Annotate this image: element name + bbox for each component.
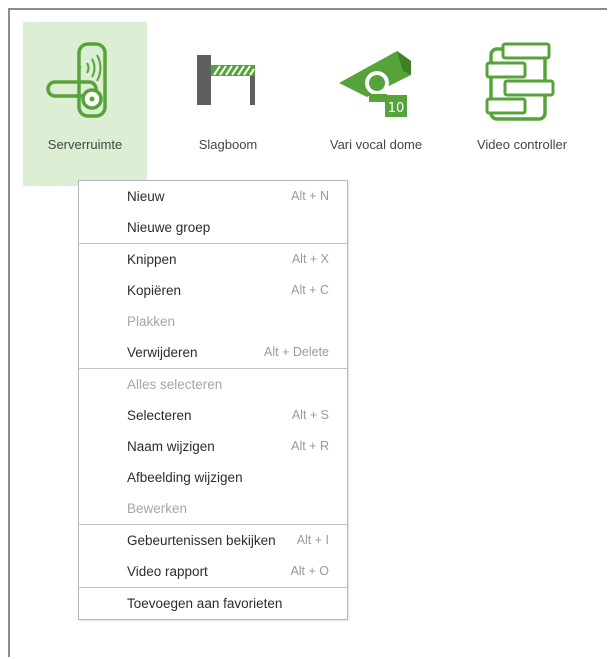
camera-badge: 10 — [388, 101, 405, 116]
menu-item-shortcut: Alt + C — [291, 283, 329, 297]
menu-group-favorites: Toevoegen aan favorieten — [79, 588, 347, 619]
menu-item-nieuwe-groep[interactable]: Nieuwe groep — [79, 212, 347, 243]
menu-item-alles-selecteren: Alles selecteren — [79, 369, 347, 400]
context-menu: Nieuw Alt + N Nieuwe groep Knippen Alt +… — [78, 180, 348, 620]
menu-item-nieuw[interactable]: Nieuw Alt + N — [79, 181, 347, 212]
menu-item-label: Nieuwe groep — [127, 220, 211, 235]
menu-item-label: Bewerken — [127, 501, 188, 516]
menu-item-label: Naam wijzigen — [127, 439, 215, 454]
menu-item-shortcut: Alt + O — [290, 564, 329, 578]
menu-item-naam-wijzigen[interactable]: Naam wijzigen Alt + R — [79, 431, 347, 462]
menu-group-events: Gebeurtenissen bekijken Alt + I Video ra… — [79, 525, 347, 588]
tile-label: Vari vocal dome — [329, 137, 423, 152]
menu-item-verwijderen[interactable]: Verwijderen Alt + Delete — [79, 337, 347, 368]
camera-dome-icon: 10 — [314, 36, 438, 126]
menu-item-label: Alles selecteren — [127, 377, 223, 392]
menu-item-label: Video rapport — [127, 564, 208, 579]
menu-item-shortcut: Alt + X — [291, 252, 329, 266]
menu-item-label: Gebeurtenissen bekijken — [127, 533, 276, 548]
menu-item-knippen[interactable]: Knippen Alt + X — [79, 244, 347, 275]
menu-item-shortcut: Alt + R — [291, 439, 329, 453]
video-controller-icon — [460, 36, 584, 126]
menu-item-bewerken: Bewerken — [79, 493, 347, 524]
tile-video-controller[interactable]: Video controller — [460, 22, 584, 186]
menu-item-label: Verwijderen — [127, 345, 198, 360]
menu-item-label: Afbeelding wijzigen — [127, 470, 243, 485]
menu-item-shortcut: Alt + I — [296, 533, 329, 547]
tile-label: Slagboom — [198, 137, 258, 152]
menu-item-label: Kopiëren — [127, 283, 182, 298]
menu-item-label: Plakken — [127, 314, 176, 329]
tile-label: Serverruimte — [47, 137, 123, 152]
door-lock-icon: · — [23, 36, 147, 126]
menu-item-plakken: Plakken — [79, 306, 347, 337]
tile-serverruimte[interactable]: · Serverruimte — [23, 22, 147, 186]
tile-slagboom[interactable]: Slagboom — [166, 22, 290, 186]
menu-item-toevoegen-aan-favorieten[interactable]: Toevoegen aan favorieten — [79, 588, 347, 619]
menu-item-label: Nieuw — [127, 189, 165, 204]
menu-item-video-rapport[interactable]: Video rapport Alt + O — [79, 556, 347, 587]
menu-item-label: Knippen — [127, 252, 177, 267]
menu-item-shortcut: Alt + Delete — [264, 345, 329, 359]
svg-text:·: · — [80, 63, 83, 72]
tile-vari-vocal-dome[interactable]: 10 Vari vocal dome — [314, 22, 438, 186]
menu-item-kopieren[interactable]: Kopiëren Alt + C — [79, 275, 347, 306]
menu-item-afbeelding-wijzigen[interactable]: Afbeelding wijzigen — [79, 462, 347, 493]
menu-item-shortcut: Alt + S — [291, 408, 329, 422]
menu-group-clipboard: Knippen Alt + X Kopiëren Alt + C Plakken… — [79, 244, 347, 369]
menu-item-selecteren[interactable]: Selecteren Alt + S — [79, 400, 347, 431]
barrier-gate-icon — [166, 36, 290, 126]
tile-label: Video controller — [476, 137, 568, 152]
menu-item-label: Toevoegen aan favorieten — [127, 596, 283, 611]
menu-item-label: Selecteren — [127, 408, 192, 423]
menu-group-selection: Alles selecteren Selecteren Alt + S Naam… — [79, 369, 347, 525]
menu-item-gebeurtenissen-bekijken[interactable]: Gebeurtenissen bekijken Alt + I — [79, 525, 347, 556]
menu-item-shortcut: Alt + N — [291, 189, 329, 203]
menu-group-new: Nieuw Alt + N Nieuwe groep — [79, 181, 347, 244]
